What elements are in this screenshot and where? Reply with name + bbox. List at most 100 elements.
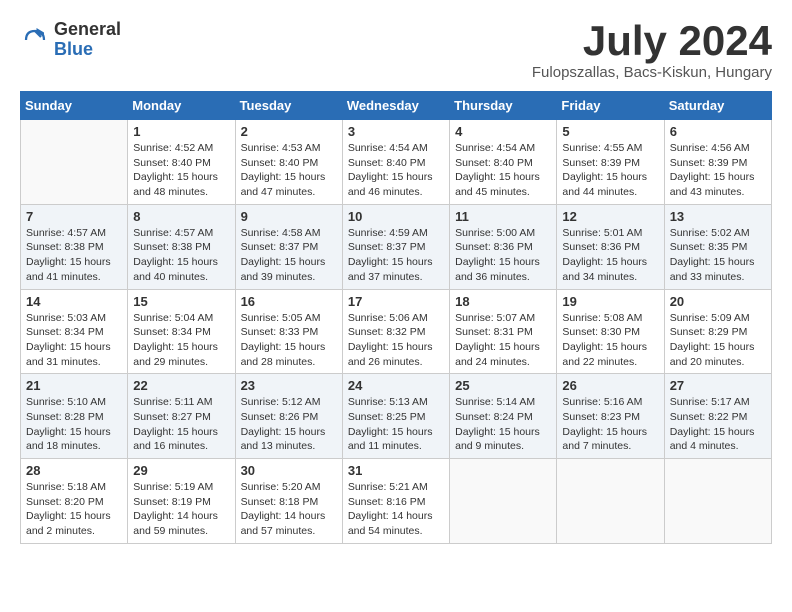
day-number: 20 <box>670 294 766 309</box>
calendar-cell: 23 Sunrise: 5:12 AMSunset: 8:26 PMDayligh… <box>235 374 342 459</box>
day-info: Sunrise: 5:09 AMSunset: 8:29 PMDaylight:… <box>670 311 766 370</box>
day-number: 29 <box>133 463 229 478</box>
weekday-header-wednesday: Wednesday <box>342 92 449 120</box>
calendar-cell <box>450 459 557 544</box>
calendar-week-row: 28 Sunrise: 5:18 AMSunset: 8:20 PMDayligh… <box>21 459 772 544</box>
calendar-cell: 15 Sunrise: 5:04 AMSunset: 8:34 PMDayligh… <box>128 289 235 374</box>
calendar-cell: 19 Sunrise: 5:08 AMSunset: 8:30 PMDayligh… <box>557 289 664 374</box>
day-number: 9 <box>241 209 337 224</box>
day-info: Sunrise: 4:57 AMSunset: 8:38 PMDaylight:… <box>26 226 122 285</box>
day-number: 23 <box>241 378 337 393</box>
day-info: Sunrise: 5:07 AMSunset: 8:31 PMDaylight:… <box>455 311 551 370</box>
day-number: 17 <box>348 294 444 309</box>
day-number: 24 <box>348 378 444 393</box>
day-info: Sunrise: 5:03 AMSunset: 8:34 PMDaylight:… <box>26 311 122 370</box>
day-number: 25 <box>455 378 551 393</box>
day-number: 18 <box>455 294 551 309</box>
calendar-table: SundayMondayTuesdayWednesdayThursdayFrid… <box>20 91 772 544</box>
day-number: 12 <box>562 209 658 224</box>
day-info: Sunrise: 5:01 AMSunset: 8:36 PMDaylight:… <box>562 226 658 285</box>
day-number: 10 <box>348 209 444 224</box>
day-number: 21 <box>26 378 122 393</box>
day-number: 1 <box>133 124 229 139</box>
calendar-cell: 31Sunrise: 5:21 AMSunset: 8:16 PMDayligh… <box>342 459 449 544</box>
weekday-header-friday: Friday <box>557 92 664 120</box>
logo-general-text: General <box>54 20 121 40</box>
day-info: Sunrise: 5:16 AMSunset: 8:23 PMDaylight:… <box>562 395 658 454</box>
calendar-cell: 12 Sunrise: 5:01 AMSunset: 8:36 PMDayligh… <box>557 204 664 289</box>
header: General Blue July 2024 Fulopszallas, Bac… <box>20 20 772 81</box>
day-number: 22 <box>133 378 229 393</box>
day-info: Sunrise: 5:13 AMSunset: 8:25 PMDaylight:… <box>348 395 444 454</box>
day-info: Sunrise: 5:12 AMSunset: 8:26 PMDaylight:… <box>241 395 337 454</box>
day-info: Sunrise: 4:53 AMSunset: 8:40 PMDaylight:… <box>241 141 337 200</box>
calendar-cell: 14Sunrise: 5:03 AMSunset: 8:34 PMDayligh… <box>21 289 128 374</box>
day-info: Sunrise: 5:10 AMSunset: 8:28 PMDaylight:… <box>26 395 122 454</box>
day-number: 27 <box>670 378 766 393</box>
calendar-cell <box>557 459 664 544</box>
day-number: 4 <box>455 124 551 139</box>
weekday-header-saturday: Saturday <box>664 92 771 120</box>
day-number: 3 <box>348 124 444 139</box>
day-info: Sunrise: 5:14 AMSunset: 8:24 PMDaylight:… <box>455 395 551 454</box>
day-info: Sunrise: 4:59 AMSunset: 8:37 PMDaylight:… <box>348 226 444 285</box>
day-info: Sunrise: 5:17 AMSunset: 8:22 PMDaylight:… <box>670 395 766 454</box>
calendar-cell: 26 Sunrise: 5:16 AMSunset: 8:23 PMDayligh… <box>557 374 664 459</box>
calendar-cell: 25 Sunrise: 5:14 AMSunset: 8:24 PMDayligh… <box>450 374 557 459</box>
day-number: 19 <box>562 294 658 309</box>
day-info: Sunrise: 5:00 AMSunset: 8:36 PMDaylight:… <box>455 226 551 285</box>
day-number: 28 <box>26 463 122 478</box>
day-info: Sunrise: 5:05 AMSunset: 8:33 PMDaylight:… <box>241 311 337 370</box>
day-info: Sunrise: 5:02 AMSunset: 8:35 PMDaylight:… <box>670 226 766 285</box>
weekday-header-row: SundayMondayTuesdayWednesdayThursdayFrid… <box>21 92 772 120</box>
calendar-cell: 10 Sunrise: 4:59 AMSunset: 8:37 PMDayligh… <box>342 204 449 289</box>
calendar-cell <box>664 459 771 544</box>
title-area: July 2024 Fulopszallas, Bacs-Kiskun, Hun… <box>532 20 772 81</box>
day-info: Sunrise: 4:58 AMSunset: 8:37 PMDaylight:… <box>241 226 337 285</box>
day-info: Sunrise: 5:20 AMSunset: 8:18 PMDaylight:… <box>241 480 337 539</box>
calendar-week-row: 14Sunrise: 5:03 AMSunset: 8:34 PMDayligh… <box>21 289 772 374</box>
day-info: Sunrise: 4:54 AMSunset: 8:40 PMDaylight:… <box>348 141 444 200</box>
day-info: Sunrise: 5:06 AMSunset: 8:32 PMDaylight:… <box>348 311 444 370</box>
calendar-cell: 3 Sunrise: 4:54 AMSunset: 8:40 PMDaylight… <box>342 120 449 205</box>
day-info: Sunrise: 5:04 AMSunset: 8:34 PMDaylight:… <box>133 311 229 370</box>
day-number: 15 <box>133 294 229 309</box>
weekday-header-thursday: Thursday <box>450 92 557 120</box>
calendar-week-row: 21 Sunrise: 5:10 AMSunset: 8:28 PMDayligh… <box>21 374 772 459</box>
day-number: 30 <box>241 463 337 478</box>
day-number: 6 <box>670 124 766 139</box>
day-info: Sunrise: 5:18 AMSunset: 8:20 PMDaylight:… <box>26 480 122 539</box>
logo-blue-text: Blue <box>54 40 121 60</box>
day-number: 16 <box>241 294 337 309</box>
calendar-cell: 1Sunrise: 4:52 AMSunset: 8:40 PMDaylight… <box>128 120 235 205</box>
calendar-cell: 6 Sunrise: 4:56 AMSunset: 8:39 PMDaylight… <box>664 120 771 205</box>
calendar-cell: 21 Sunrise: 5:10 AMSunset: 8:28 PMDayligh… <box>21 374 128 459</box>
calendar-cell: 18 Sunrise: 5:07 AMSunset: 8:31 PMDayligh… <box>450 289 557 374</box>
calendar-cell: 8 Sunrise: 4:57 AMSunset: 8:38 PMDaylight… <box>128 204 235 289</box>
day-number: 8 <box>133 209 229 224</box>
month-title: July 2024 <box>532 20 772 62</box>
calendar-cell: 7 Sunrise: 4:57 AMSunset: 8:38 PMDaylight… <box>21 204 128 289</box>
logo-icon <box>20 25 50 55</box>
day-number: 2 <box>241 124 337 139</box>
calendar-cell: 13Sunrise: 5:02 AMSunset: 8:35 PMDayligh… <box>664 204 771 289</box>
day-info: Sunrise: 4:57 AMSunset: 8:38 PMDaylight:… <box>133 226 229 285</box>
day-info: Sunrise: 5:19 AMSunset: 8:19 PMDaylight:… <box>133 480 229 539</box>
day-number: 7 <box>26 209 122 224</box>
day-number: 5 <box>562 124 658 139</box>
calendar-cell: 22Sunrise: 5:11 AMSunset: 8:27 PMDayligh… <box>128 374 235 459</box>
day-info: Sunrise: 4:56 AMSunset: 8:39 PMDaylight:… <box>670 141 766 200</box>
day-number: 31 <box>348 463 444 478</box>
day-info: Sunrise: 5:08 AMSunset: 8:30 PMDaylight:… <box>562 311 658 370</box>
calendar-cell: 16 Sunrise: 5:05 AMSunset: 8:33 PMDayligh… <box>235 289 342 374</box>
logo: General Blue <box>20 20 121 60</box>
day-number: 26 <box>562 378 658 393</box>
calendar-cell: 5Sunrise: 4:55 AMSunset: 8:39 PMDaylight… <box>557 120 664 205</box>
calendar-cell: 30 Sunrise: 5:20 AMSunset: 8:18 PMDayligh… <box>235 459 342 544</box>
calendar-cell: 27 Sunrise: 5:17 AMSunset: 8:22 PMDayligh… <box>664 374 771 459</box>
calendar-cell: 24 Sunrise: 5:13 AMSunset: 8:25 PMDayligh… <box>342 374 449 459</box>
calendar-cell: 17 Sunrise: 5:06 AMSunset: 8:32 PMDayligh… <box>342 289 449 374</box>
calendar-cell: 28 Sunrise: 5:18 AMSunset: 8:20 PMDayligh… <box>21 459 128 544</box>
calendar-cell <box>21 120 128 205</box>
calendar-week-row: 1Sunrise: 4:52 AMSunset: 8:40 PMDaylight… <box>21 120 772 205</box>
